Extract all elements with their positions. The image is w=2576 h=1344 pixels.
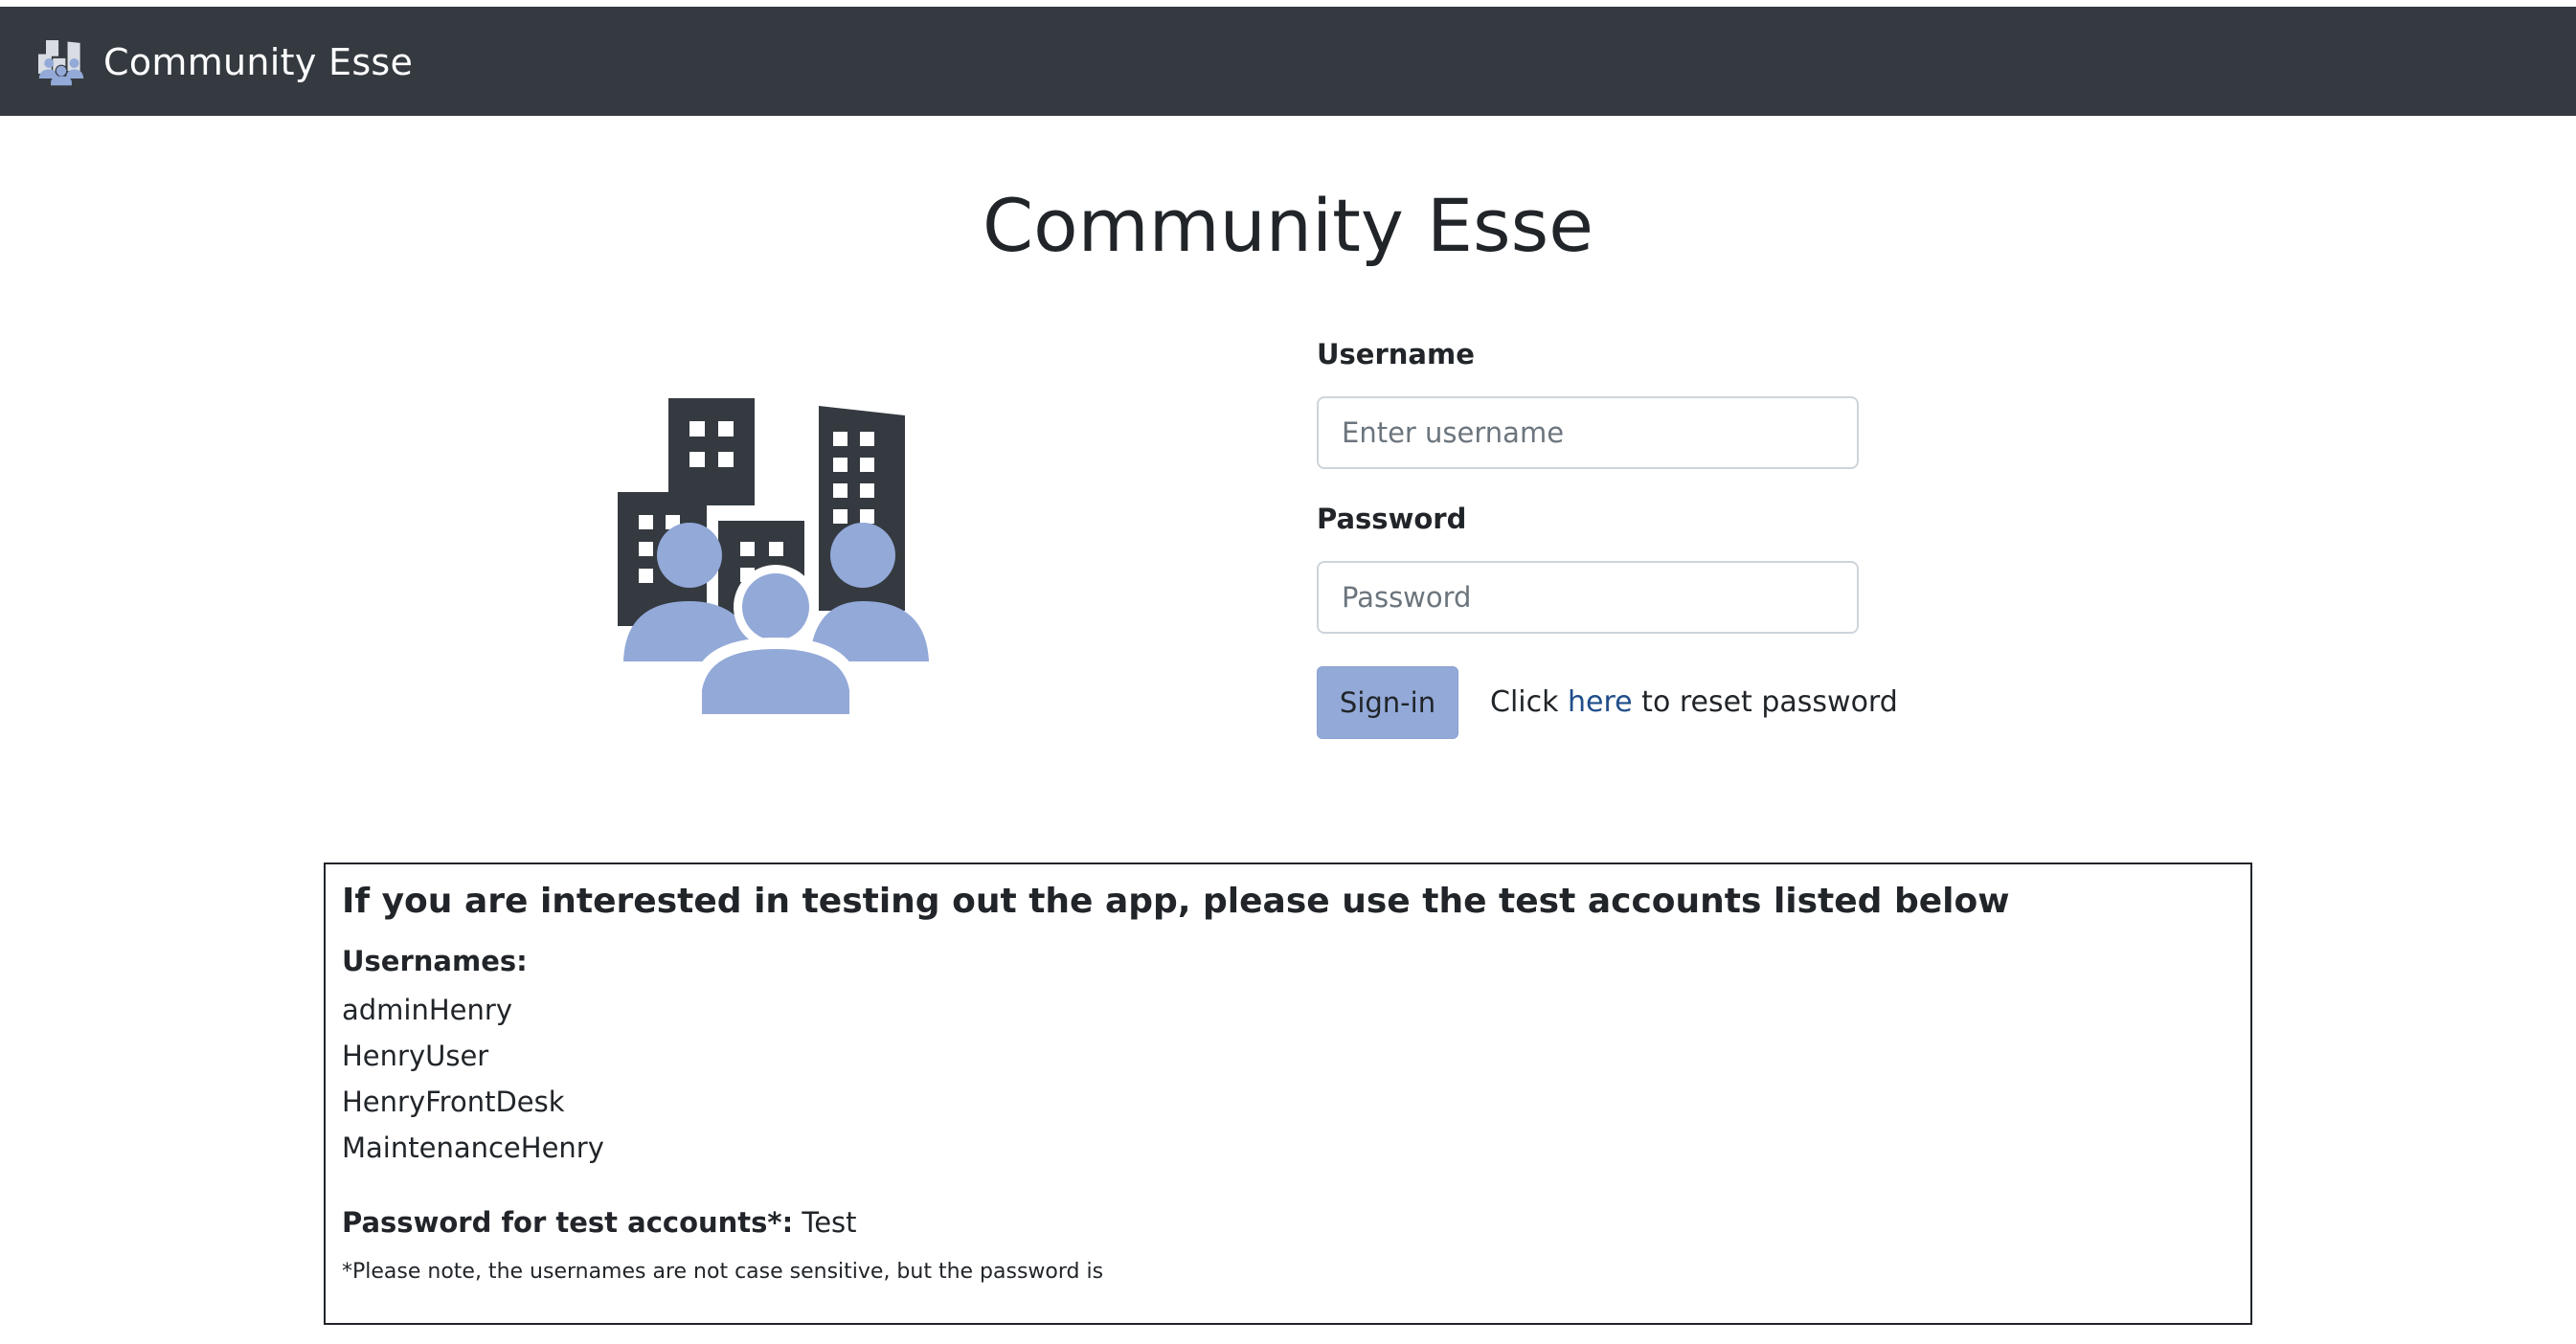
list-item: HenryUser: [342, 1040, 489, 1072]
signin-button[interactable]: Sign-in: [1317, 666, 1458, 739]
test-password-label: Password for test accounts*:: [342, 1206, 794, 1239]
username-input[interactable]: [1317, 396, 1859, 469]
password-input[interactable]: [1317, 561, 1859, 634]
case-sensitivity-note: *Please note, the usernames are not case…: [342, 1260, 1104, 1284]
test-accounts-heading: If you are interested in testing out the…: [342, 882, 2010, 921]
usernames-list: adminHenry HenryUser HenryFrontDesk Main…: [342, 987, 604, 1171]
reset-suffix: to reset password: [1632, 685, 1898, 719]
reset-password-text: Click here to reset password: [1490, 682, 1898, 724]
reset-password-link[interactable]: here: [1568, 685, 1633, 719]
navbar: Community Esse: [0, 7, 2576, 116]
usernames-label: Usernames:: [342, 945, 528, 977]
username-label: Username: [1317, 338, 1475, 370]
community-buildings-icon: [618, 398, 929, 714]
test-password-line: Password for test accounts*: Test: [342, 1202, 857, 1243]
navbar-brand[interactable]: Community Esse: [103, 37, 413, 87]
community-buildings-icon[interactable]: [38, 39, 84, 87]
page: Community Esse Community Esse Username E…: [0, 0, 2576, 1344]
list-item: MaintenanceHenry: [342, 1131, 604, 1164]
test-accounts-box: If you are interested in testing out the…: [324, 862, 2252, 1325]
reset-prefix: Click: [1490, 685, 1569, 719]
password-label: Password: [1317, 503, 1467, 535]
list-item: adminHenry: [342, 994, 512, 1026]
list-item: HenryFrontDesk: [342, 1086, 565, 1118]
test-password-value: Test: [793, 1206, 857, 1239]
page-title: Community Esse: [983, 183, 1593, 268]
